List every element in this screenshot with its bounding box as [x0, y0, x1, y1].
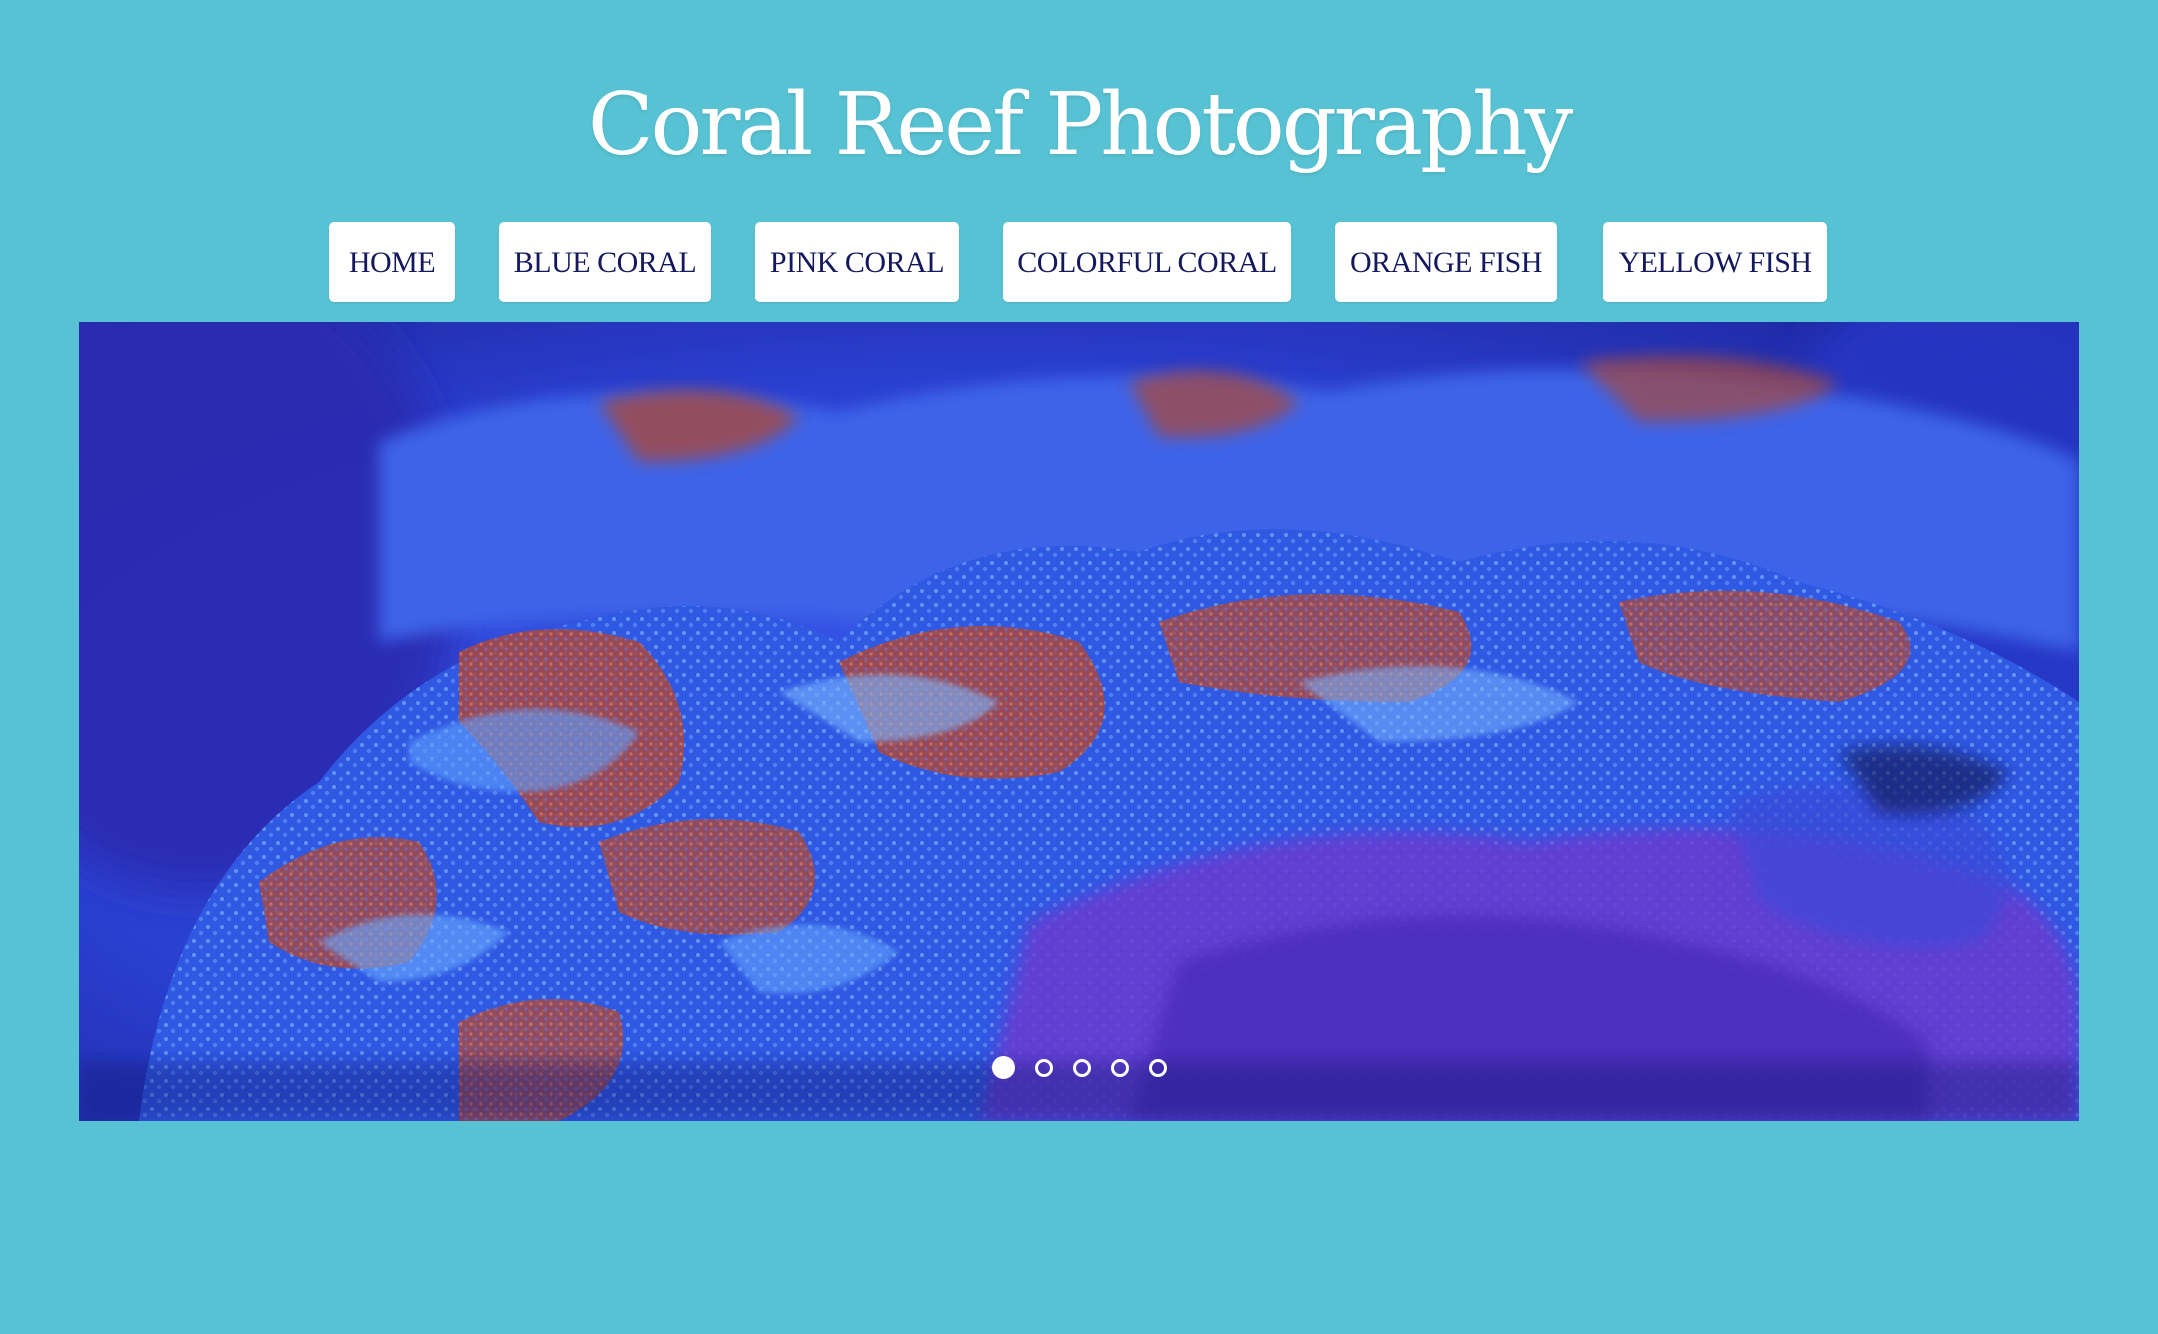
- nav-blue-coral-button[interactable]: BLUE CORAL: [499, 222, 711, 302]
- nav-colorful-coral-button[interactable]: COLORFUL CORAL: [1003, 222, 1291, 302]
- slide-dot-4[interactable]: [1110, 1058, 1129, 1077]
- slide-dot-2[interactable]: [1034, 1058, 1053, 1077]
- site-title: Coral Reef Photography: [587, 75, 1573, 175]
- slide-dot-1[interactable]: [991, 1056, 1015, 1079]
- nav-yellow-fish-button[interactable]: YELLOW FISH: [1603, 222, 1827, 302]
- nav-pink-coral-button[interactable]: PINK CORAL: [755, 222, 959, 302]
- coral-photo: [79, 322, 2079, 1121]
- main-nav: HOME BLUE CORAL PINK CORAL COLORFUL CORA…: [0, 222, 2158, 302]
- slide-dot-3[interactable]: [1072, 1058, 1091, 1077]
- hero-slider-image[interactable]: [79, 322, 2079, 1121]
- nav-home-button[interactable]: HOME: [329, 222, 455, 302]
- nav-orange-fish-button[interactable]: ORANGE FISH: [1335, 222, 1557, 302]
- slide-dot-5[interactable]: [1148, 1058, 1167, 1077]
- slider-pagination: [0, 1056, 2158, 1084]
